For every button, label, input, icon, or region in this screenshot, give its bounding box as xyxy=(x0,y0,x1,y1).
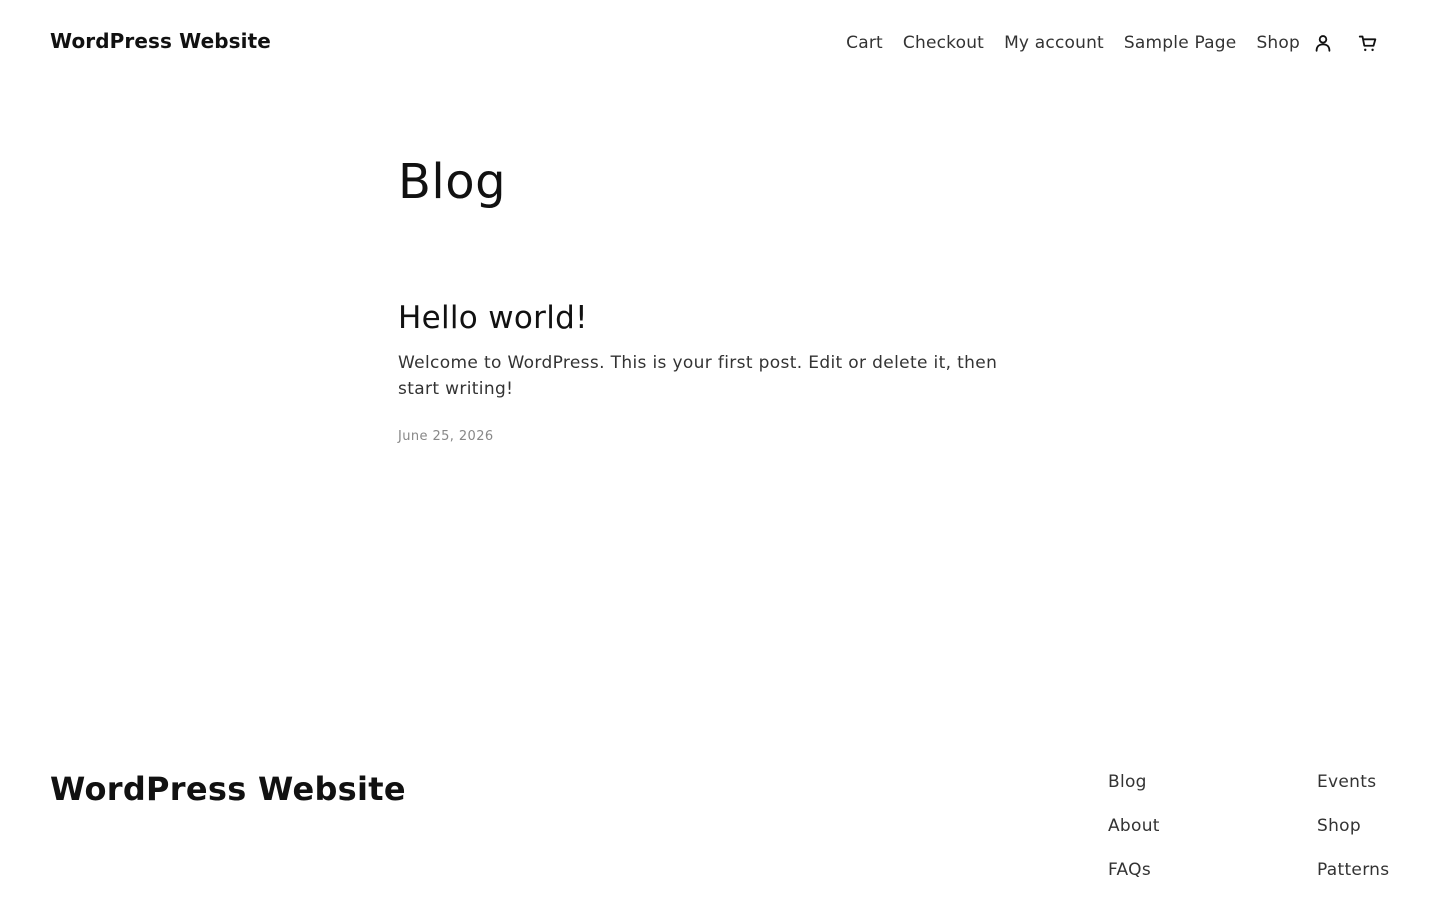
post-excerpt: Welcome to WordPress. This is your first… xyxy=(398,353,998,399)
primary-nav: Cart Checkout My account Sample Page Sho… xyxy=(846,30,1380,56)
nav-item-sample-page[interactable]: Sample Page xyxy=(1124,33,1237,53)
footer-link-patterns[interactable]: Patterns xyxy=(1317,860,1389,880)
footer-nav-column-1: Blog About FAQs xyxy=(1108,772,1160,900)
nav-item-my-account[interactable]: My account xyxy=(1004,33,1104,53)
nav-item-checkout[interactable]: Checkout xyxy=(903,33,984,53)
page-title: Blog xyxy=(398,154,507,210)
footer-site-title[interactable]: WordPress Website xyxy=(50,770,406,808)
footer-link-events[interactable]: Events xyxy=(1317,772,1389,792)
nav-item-cart[interactable]: Cart xyxy=(846,33,883,53)
footer-link-blog[interactable]: Blog xyxy=(1108,772,1160,792)
site-header: WordPress Website Cart Checkout My accou… xyxy=(0,0,1440,84)
post-date[interactable]: June 25, 2026 xyxy=(398,429,1042,444)
cart-icon[interactable] xyxy=(1356,31,1380,55)
main-content: Blog Hello world! Welcome to WordPress. … xyxy=(398,150,1042,444)
site-footer: WordPress Website Blog About FAQs Events… xyxy=(0,760,1440,900)
nav-item-shop[interactable]: Shop xyxy=(1256,33,1300,53)
footer-nav-column-2: Events Shop Patterns xyxy=(1317,772,1389,900)
footer-link-about[interactable]: About xyxy=(1108,816,1160,836)
footer-link-shop[interactable]: Shop xyxy=(1317,816,1389,836)
post-title-link[interactable]: Hello world! xyxy=(398,298,1042,338)
account-icon[interactable] xyxy=(1311,31,1335,55)
site-title[interactable]: WordPress Website xyxy=(50,29,271,53)
footer-link-faqs[interactable]: FAQs xyxy=(1108,860,1160,880)
post-item: Hello world! Welcome to WordPress. This … xyxy=(398,298,1042,444)
